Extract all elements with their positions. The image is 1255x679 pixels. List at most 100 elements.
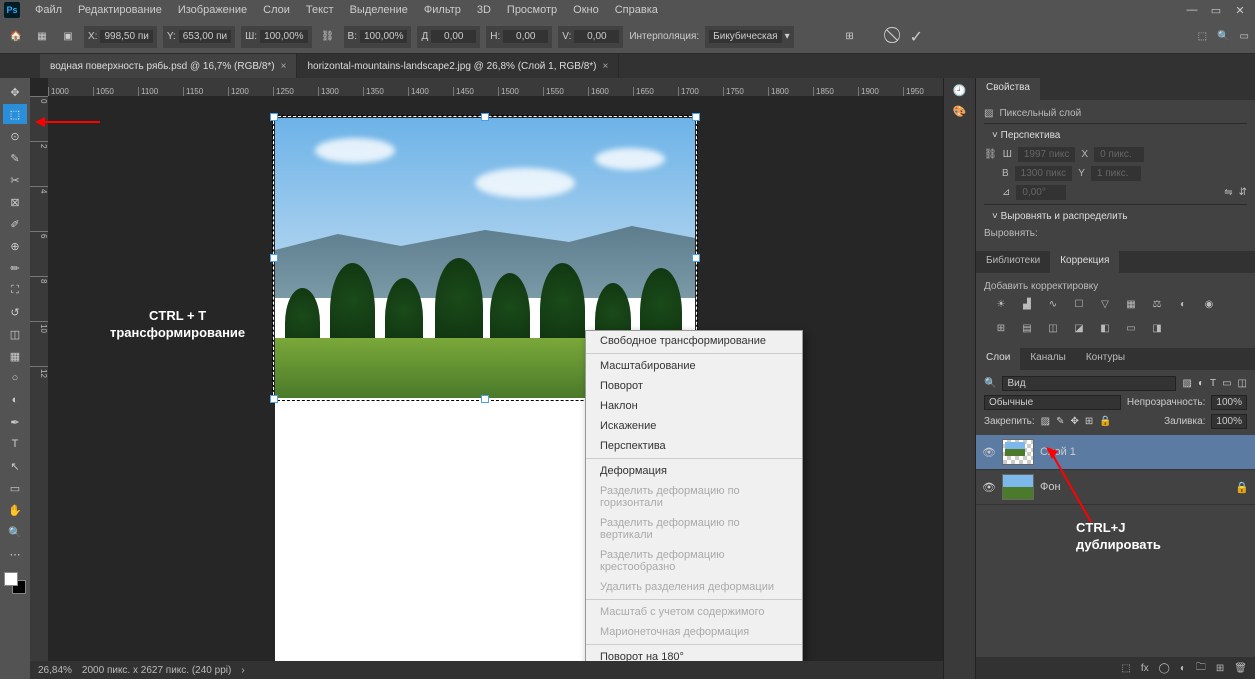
filter-pixel-icon[interactable]: ▨ xyxy=(1182,378,1191,389)
tab-properties[interactable]: Свойства xyxy=(976,78,1040,100)
prop-y[interactable]: 1 пикс. xyxy=(1091,166,1141,181)
eraser-tool[interactable]: ◫ xyxy=(3,324,27,344)
threshold-icon[interactable]: ◧ xyxy=(1096,320,1114,336)
minimize-button[interactable]: — xyxy=(1181,2,1203,18)
edit-toolbar[interactable]: ⋯ xyxy=(3,544,27,564)
color-balance-icon[interactable]: ⚖ xyxy=(1148,296,1166,312)
new-layer-icon[interactable]: ⊞ xyxy=(1216,663,1224,674)
layer-thumbnail[interactable] xyxy=(1002,439,1034,465)
eyedropper-tool[interactable]: ✐ xyxy=(3,214,27,234)
menu-free-transform[interactable]: Свободное трансформирование xyxy=(586,331,802,351)
tab-libraries[interactable]: Библиотеки xyxy=(976,251,1050,273)
canvas-area[interactable]: 1000105011001150120012501300135014001450… xyxy=(30,78,943,679)
menu-3d[interactable]: 3D xyxy=(470,2,498,18)
chevron-down-icon[interactable]: ▾ xyxy=(785,31,790,42)
lock-transparency-icon[interactable]: ▨ xyxy=(1041,416,1050,427)
menu-window[interactable]: Окно xyxy=(566,2,606,18)
layer-style-icon[interactable]: fx xyxy=(1141,663,1149,674)
adjustment-layer-icon[interactable]: ◐ xyxy=(1180,663,1186,674)
link-wh-icon[interactable]: ⛓ xyxy=(984,149,997,160)
visibility-icon[interactable]: 👁 xyxy=(982,446,996,459)
filter-type-icon[interactable]: T xyxy=(1210,378,1216,389)
lock-artboard-icon[interactable]: ⊞ xyxy=(1085,416,1093,427)
warp-mode-icon[interactable]: ⊞ xyxy=(840,27,860,47)
transform-handle[interactable] xyxy=(692,113,700,121)
curves-icon[interactable]: ∿ xyxy=(1044,296,1062,312)
lock-all-icon[interactable]: 🔒 xyxy=(1099,416,1111,427)
menu-help[interactable]: Справка xyxy=(608,2,665,18)
transform-handle[interactable] xyxy=(692,254,700,262)
menu-edit[interactable]: Редактирование xyxy=(71,2,169,18)
w-value[interactable]: 100,00% xyxy=(260,30,307,43)
flip-v-icon[interactable]: ⇵ xyxy=(1239,187,1247,198)
link-layers-icon[interactable]: ⬚ xyxy=(1121,663,1130,674)
group-icon[interactable]: 🗀 xyxy=(1196,660,1206,677)
menu-warp[interactable]: Деформация xyxy=(586,461,802,481)
tab-paths[interactable]: Контуры xyxy=(1076,348,1135,370)
x-value[interactable]: 998,50 пи xyxy=(100,30,152,43)
prop-angle[interactable]: 0,00° xyxy=(1016,185,1066,200)
menu-skew[interactable]: Наклон xyxy=(586,396,802,416)
blur-tool[interactable]: ○ xyxy=(3,368,27,388)
perspective-section[interactable]: ˅ Перспектива xyxy=(984,123,1247,147)
layer-mask-icon[interactable]: ◯ xyxy=(1159,663,1170,674)
shape-tool[interactable]: ▭ xyxy=(3,478,27,498)
crop-tool[interactable]: ✂ xyxy=(3,170,27,190)
stamp-tool[interactable]: ⛶ xyxy=(3,280,27,300)
tab-adjustments[interactable]: Коррекция xyxy=(1050,251,1119,273)
menu-distort[interactable]: Искажение xyxy=(586,416,802,436)
y-value[interactable]: 653,00 пи xyxy=(179,30,231,43)
document-info[interactable]: 2000 пикс. x 2627 пикс. (240 ppi) xyxy=(82,665,231,676)
hue-icon[interactable]: ▦ xyxy=(1122,296,1140,312)
menu-filter[interactable]: Фильтр xyxy=(417,2,468,18)
move-tool[interactable]: ✥ xyxy=(3,82,27,102)
layer-thumbnail[interactable] xyxy=(1002,474,1034,500)
align-section[interactable]: ˅ Выровнять и распределить xyxy=(984,204,1247,228)
share-icon[interactable]: ⬚ xyxy=(1198,31,1207,42)
blend-mode-select[interactable]: Обычные xyxy=(984,395,1121,410)
menu-select[interactable]: Выделение xyxy=(343,2,415,18)
pen-tool[interactable]: ✒ xyxy=(3,412,27,432)
hand-tool[interactable]: ✋ xyxy=(3,500,27,520)
search-icon[interactable]: 🔍 xyxy=(1217,31,1229,42)
flip-h-icon[interactable]: ⇋ xyxy=(1224,187,1232,198)
commit-transform-icon[interactable]: ✓ xyxy=(910,27,923,47)
filter-select[interactable]: Вид xyxy=(1002,376,1176,391)
photo-filter-icon[interactable]: ◉ xyxy=(1200,296,1218,312)
close-tab-icon[interactable]: × xyxy=(281,61,287,72)
frame-tool[interactable]: ⊠ xyxy=(3,192,27,212)
menu-text[interactable]: Текст xyxy=(299,2,341,18)
tab-channels[interactable]: Каналы xyxy=(1020,348,1076,370)
close-tab-icon[interactable]: × xyxy=(603,61,609,72)
rot-value[interactable]: 0,00 xyxy=(431,30,476,43)
filter-smart-icon[interactable]: ◫ xyxy=(1238,378,1247,389)
transform-handle[interactable] xyxy=(481,395,489,403)
lasso-tool[interactable]: ⊙ xyxy=(3,126,27,146)
delete-layer-icon[interactable]: 🗑 xyxy=(1234,663,1247,674)
document-tab[interactable]: водная поверхность рябь.psd @ 16,7% (RGB… xyxy=(40,54,297,78)
menu-file[interactable]: Файл xyxy=(28,2,69,18)
maximize-button[interactable]: ▭ xyxy=(1205,2,1227,18)
foreground-color[interactable] xyxy=(4,572,18,586)
levels-icon[interactable]: ▟ xyxy=(1018,296,1036,312)
menu-view[interactable]: Просмотр xyxy=(500,2,564,18)
layer-row[interactable]: 👁 Фон 🔒 xyxy=(976,470,1255,505)
selective-color-icon[interactable]: ◨ xyxy=(1148,320,1166,336)
menu-image[interactable]: Изображение xyxy=(171,2,254,18)
bw-icon[interactable]: ◐ xyxy=(1174,296,1192,312)
transform-handle[interactable] xyxy=(270,113,278,121)
chevron-right-icon[interactable]: › xyxy=(241,665,244,676)
document-tab[interactable]: horizontal-mountains-landscape2.jpg @ 26… xyxy=(297,54,619,78)
menu-scale[interactable]: Масштабирование xyxy=(586,356,802,376)
link-icon[interactable]: ⛓ xyxy=(318,27,338,47)
prop-width[interactable]: 1997 пикс xyxy=(1018,147,1076,162)
exposure-icon[interactable]: ☐ xyxy=(1070,296,1088,312)
gradient-map-icon[interactable]: ▭ xyxy=(1122,320,1140,336)
reference-point-icon[interactable]: ▣ xyxy=(58,27,78,47)
visibility-icon[interactable]: 👁 xyxy=(982,481,996,494)
zoom-tool[interactable]: 🔍 xyxy=(3,522,27,542)
interp-select[interactable]: Бикубическая xyxy=(709,30,781,43)
prop-x[interactable]: 0 пикс. xyxy=(1094,147,1144,162)
color-panel-icon[interactable]: 🎨 xyxy=(953,105,967,118)
transform-handle[interactable] xyxy=(270,395,278,403)
